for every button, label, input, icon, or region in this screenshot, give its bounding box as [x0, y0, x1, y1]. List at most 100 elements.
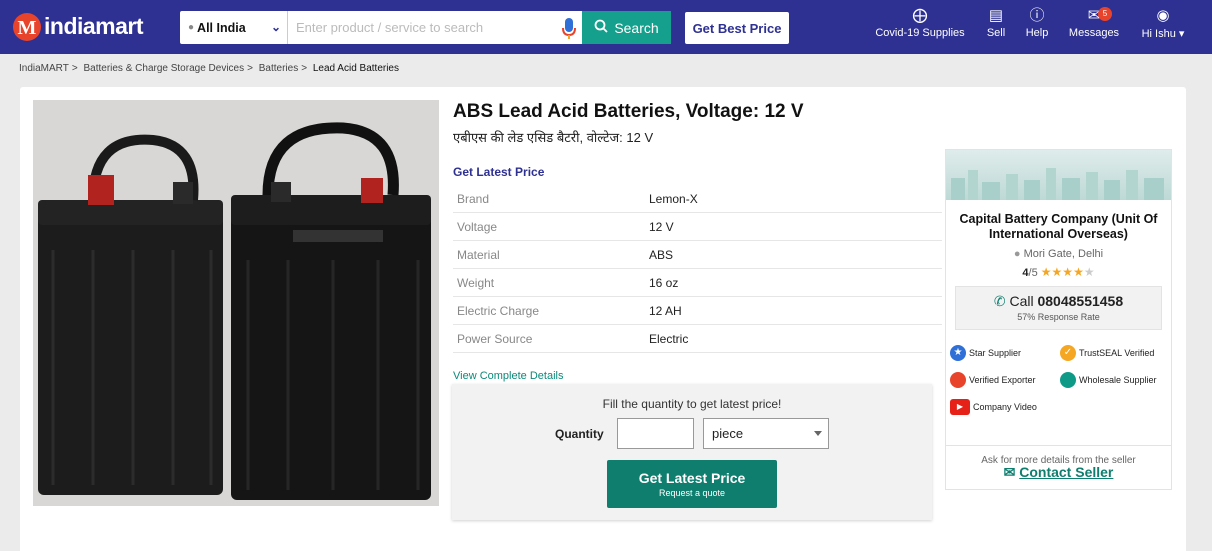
spec-key: Power Source	[457, 331, 533, 346]
quantity-label: Quantity	[555, 427, 604, 441]
response-rate: 57% Response Rate	[1017, 312, 1100, 322]
badge-wholesale-supplier: Wholesale Supplier	[1060, 371, 1170, 388]
badge-label: Verified Exporter	[969, 374, 1036, 385]
messages-icon: ✉	[1087, 7, 1101, 24]
search-bar: ● All India ⌄ Search	[180, 11, 671, 44]
spec-value: ABS	[649, 247, 674, 262]
get-latest-price-button[interactable]: Get Latest Price Request a quote	[607, 460, 777, 508]
badge-verified-exporter: Verified Exporter	[950, 371, 1060, 388]
spec-value: Electric	[649, 331, 689, 346]
get-best-price-button[interactable]: Get Best Price	[685, 12, 789, 44]
seller-name[interactable]: Capital Battery Company (Unit Of Interna…	[946, 212, 1171, 242]
search-button[interactable]: Search	[582, 11, 671, 44]
rating-stars: ★★★★★	[1040, 265, 1095, 279]
unit-select[interactable]: piece	[703, 418, 829, 449]
verified-exporter-icon	[950, 371, 966, 388]
spec-value: 16 oz	[649, 275, 679, 290]
phone-number: 08048551458	[1037, 293, 1124, 309]
star-empty-icon: ★	[1083, 265, 1095, 279]
spec-table: Brand Lemon-X Voltage 12 V Material ABS …	[453, 185, 942, 353]
spec-key: Weight	[457, 275, 495, 290]
spec-key: Voltage	[457, 219, 498, 234]
location-selector[interactable]: ● All India ⌄	[180, 11, 288, 44]
badge-star-supplier: ★ Star Supplier	[950, 344, 1060, 361]
breadcrumb-item[interactable]: Batteries	[259, 63, 298, 74]
top-header: M indiamart ● All India ⌄ Search Get Bes…	[0, 0, 1212, 54]
star-filled-icon: ★	[1073, 265, 1084, 279]
unit-select-value: piece	[712, 426, 744, 441]
button-sublabel: Request a quote	[658, 488, 726, 498]
search-button-label: Search	[614, 19, 659, 36]
badge-label: Wholesale Supplier	[1079, 374, 1157, 385]
nav-sell[interactable]: ▤ Sell	[978, 5, 1014, 39]
spec-row: Weight 16 oz	[453, 269, 942, 297]
call-label: Call	[1009, 293, 1034, 309]
logo-text: indiamart	[44, 12, 144, 39]
badge-label: Star Supplier	[969, 347, 1022, 358]
video-play-icon: ▶	[950, 398, 970, 415]
pin-icon: ●	[188, 22, 195, 33]
seller-card: Capital Battery Company (Unit Of Interna…	[945, 149, 1172, 490]
messages-badge: 5	[1098, 7, 1112, 21]
view-complete-details-link[interactable]: View Complete Details	[453, 370, 563, 382]
pin-icon: ●	[1013, 248, 1021, 260]
seller-location-text: Mori Gate, Delhi	[1023, 248, 1104, 260]
spec-row: Power Source Electric	[453, 325, 942, 353]
svg-text:M: M	[18, 17, 37, 39]
rating-scale: /5	[1028, 267, 1038, 279]
breadcrumb-item[interactable]: Batteries & Charge Storage Devices	[83, 63, 244, 74]
get-latest-price-link[interactable]: Get Latest Price	[453, 165, 544, 179]
call-button[interactable]: ✆ Call 08048551458 57% Response Rate	[955, 286, 1162, 330]
nav-label: Covid-19 Supplies	[875, 27, 965, 39]
nav-account[interactable]: ◉ Hi Ishu ▾	[1133, 5, 1193, 40]
wholesale-supplier-icon	[1060, 371, 1076, 388]
mic-icon[interactable]	[556, 11, 582, 44]
breadcrumb-item[interactable]: IndiaMART	[19, 63, 69, 74]
badge-label: Company Video	[973, 401, 1037, 412]
spec-row: Brand Lemon-X	[453, 185, 942, 213]
star-filled-icon: ★	[1051, 265, 1063, 279]
nav-covid-supplies[interactable]: ⨁ Covid-19 Supplies	[870, 5, 970, 39]
search-input[interactable]	[288, 11, 556, 44]
spec-row: Electric Charge 12 AH	[453, 297, 942, 325]
chevron-down-icon: ▾	[1175, 28, 1185, 40]
badge-trustseal: ✓ TrustSEAL Verified	[1060, 344, 1170, 361]
quantity-input[interactable]	[617, 418, 694, 449]
breadcrumb: IndiaMART > Batteries & Charge Storage De…	[19, 63, 399, 74]
chevron-down-icon: ⌄	[270, 20, 281, 34]
seller-location: ● Mori Gate, Delhi	[946, 248, 1171, 260]
contact-seller-label: Contact Seller	[1019, 464, 1114, 480]
nav-label: Messages	[1068, 27, 1120, 39]
contact-seller-link[interactable]: ✉ Contact Seller	[946, 464, 1171, 481]
logo-m-icon: M	[13, 13, 41, 41]
chevron-down-icon	[814, 431, 822, 436]
star-filled-icon: ★	[1062, 265, 1074, 279]
badge-company-video[interactable]: ▶ Company Video	[950, 398, 1060, 415]
store-icon: ▤	[988, 7, 1004, 24]
envelope-icon: ✉	[1003, 464, 1016, 480]
quantity-box: Fill the quantity to get latest price! Q…	[452, 384, 932, 520]
search-icon	[594, 19, 608, 36]
seller-banner	[946, 150, 1171, 200]
seller-rating[interactable]: 4/5 ★★★★★	[946, 265, 1171, 279]
spec-key: Electric Charge	[457, 303, 540, 318]
badge-label: TrustSEAL Verified	[1079, 347, 1155, 358]
breadcrumb-current: Lead Acid Batteries	[312, 63, 399, 74]
nav-label: Hi Ishu	[1141, 28, 1176, 40]
nav-messages[interactable]: ✉ 5 Messages	[1063, 5, 1125, 39]
trustseal-icon: ✓	[1060, 344, 1076, 361]
button-label: Get Latest Price	[638, 470, 746, 486]
quantity-box-title: Fill the quantity to get latest price!	[602, 397, 782, 411]
product-image[interactable]	[33, 100, 439, 506]
spec-value: 12 V	[649, 219, 674, 234]
seller-badges: ★ Star Supplier ✓ TrustSEAL Verified Ver…	[946, 339, 1171, 420]
shield-plus-icon: ⨁	[912, 7, 928, 24]
product-subtitle-hindi: एबीएस की लेड एसिड बैटरी, वोल्टेज: 12 V	[453, 130, 654, 145]
nav-help[interactable]: ⓘ Help	[1019, 5, 1055, 39]
spec-value: Lemon-X	[649, 191, 698, 206]
spec-row: Voltage 12 V	[453, 213, 942, 241]
star-filled-icon: ★	[1040, 265, 1052, 279]
indiamart-logo[interactable]: M indiamart	[12, 10, 144, 42]
ask-details-text: Ask for more details from the seller	[946, 445, 1171, 466]
phone-icon: ✆	[993, 293, 1006, 309]
